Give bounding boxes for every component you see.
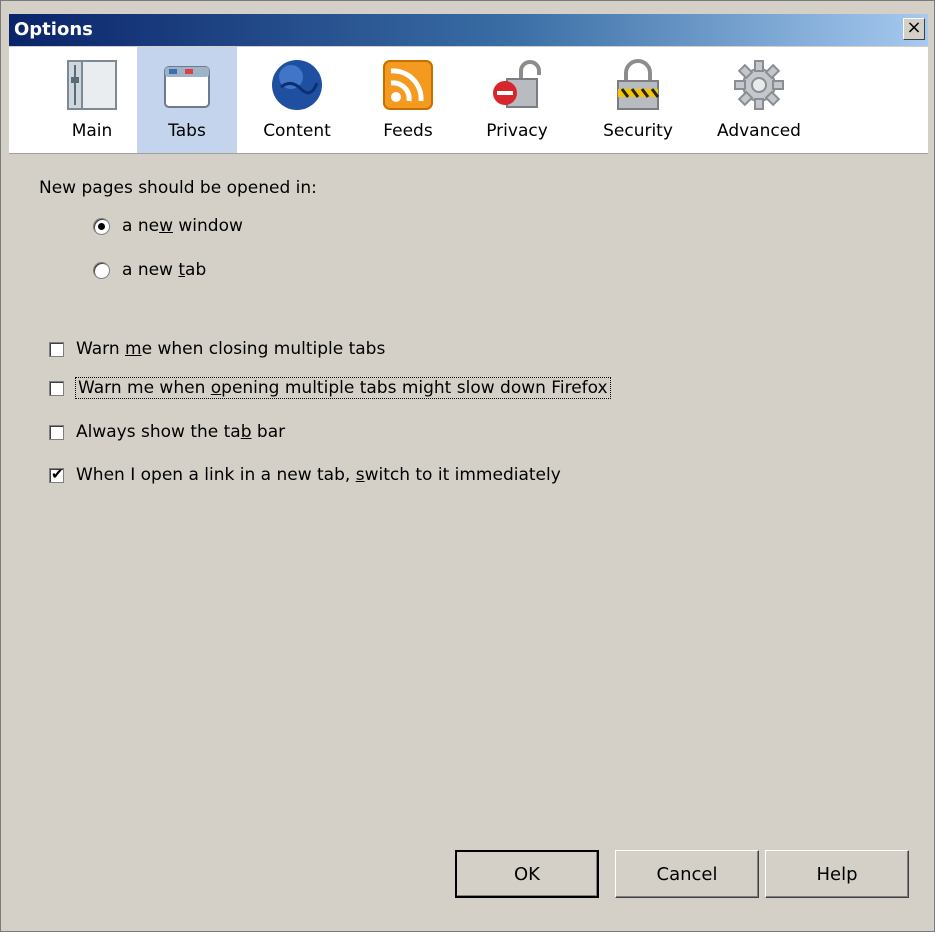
radio-new-tab-label: a new tab	[122, 260, 207, 280]
advanced-gear-icon	[734, 60, 784, 110]
content-globe-icon	[272, 60, 322, 110]
close-button[interactable]: ×	[903, 18, 925, 40]
ok-button[interactable]: OK	[455, 850, 599, 898]
radio-new-tab[interactable]: a new tab	[93, 258, 206, 282]
main-icon	[67, 60, 117, 110]
check-switch-new-tab-label: When I open a link in a new tab, switch …	[76, 465, 561, 485]
radio-new-tab-control[interactable]	[93, 261, 110, 279]
pane-advanced-button[interactable]: Advanced	[703, 47, 815, 153]
pane-privacy-label: Privacy	[486, 121, 548, 141]
pane-security-label: Security	[603, 121, 673, 141]
privacy-lock-icon	[493, 60, 541, 108]
radio-new-window-label: a new window	[122, 216, 243, 236]
pane-tabs-button[interactable]: Tabs	[137, 47, 237, 153]
pane-main-button[interactable]: Main	[55, 47, 129, 153]
radio-new-window-control[interactable]	[93, 217, 110, 235]
check-switch-new-tab[interactable]: When I open a link in a new tab, switch …	[49, 463, 561, 487]
check-warn-closing[interactable]: Warn me when closing multiple tabs	[49, 337, 385, 361]
help-button[interactable]: Help	[765, 850, 909, 898]
check-warn-opening[interactable]: Warn me when opening multiple tabs might…	[49, 376, 611, 400]
check-show-tabbar-box[interactable]	[49, 424, 64, 440]
tabs-icon	[164, 66, 210, 108]
title-bar[interactable]: Options ×	[9, 14, 928, 46]
pane-feeds-button[interactable]: Feeds	[361, 47, 455, 153]
check-warn-opening-box[interactable]	[49, 380, 64, 396]
check-show-tabbar[interactable]: Always show the tab bar	[49, 420, 285, 444]
check-switch-new-tab-box[interactable]	[49, 465, 64, 483]
pane-security-button[interactable]: Security	[583, 47, 693, 153]
check-warn-opening-label: Warn me when opening multiple tabs might…	[75, 377, 611, 399]
pane-privacy-button[interactable]: Privacy	[467, 47, 567, 153]
window-title: Options	[14, 19, 93, 40]
pane-content-button[interactable]: Content	[247, 47, 347, 153]
pane-tabs-label: Tabs	[168, 121, 206, 141]
security-padlock-icon	[617, 59, 660, 110]
pane-toolbar: Main Tabs Content Feeds Privacy Security…	[9, 47, 928, 154]
options-dialog: Options × Main Tabs Content Feeds Privac…	[0, 0, 935, 932]
pane-content-label: Content	[263, 121, 331, 141]
check-warn-closing-box[interactable]	[49, 341, 64, 357]
pane-main-label: Main	[71, 121, 113, 141]
cancel-button[interactable]: Cancel	[615, 850, 759, 898]
tabs-pane-content: New pages should be opened in: a new win…	[9, 154, 928, 931]
feeds-rss-icon	[383, 60, 433, 110]
radio-new-window[interactable]: a new window	[93, 214, 243, 238]
pane-feeds-label: Feeds	[383, 121, 433, 141]
open-in-label: New pages should be opened in:	[39, 178, 317, 198]
pane-advanced-label: Advanced	[717, 121, 801, 141]
check-show-tabbar-label: Always show the tab bar	[76, 422, 286, 442]
check-warn-closing-label: Warn me when closing multiple tabs	[76, 339, 386, 359]
